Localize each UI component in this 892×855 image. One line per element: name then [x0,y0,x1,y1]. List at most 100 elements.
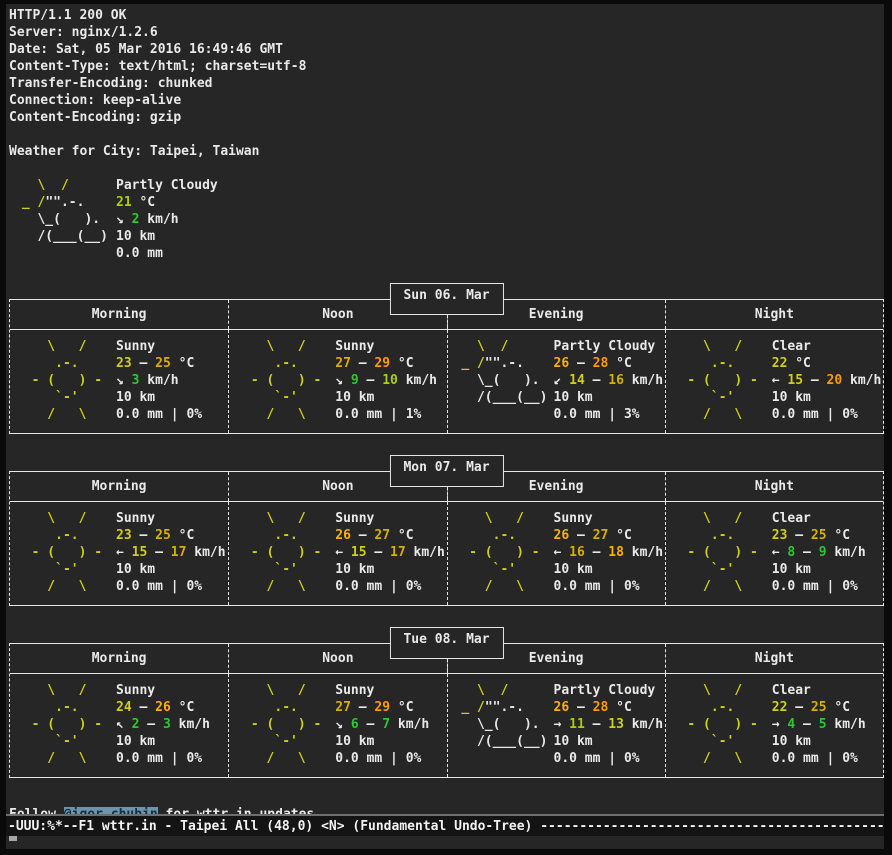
http-header-connection: Connection: keep-alive [9,92,884,109]
http-header-server: Server: nginx/1.2.6 [9,24,884,41]
column-header-morning: Morning [10,644,228,673]
wind-info: ↖ 2 – 3 km/h [116,716,228,733]
column-header-night: Night [665,300,883,329]
forecast-cell-morning: \ / .-. - ( ) - `-' / \ Sunny 23 – 25 °C… [10,502,228,605]
location-title: Weather for City: Taipei, Taiwan [9,143,884,160]
http-header-content-encoding: Content-Encoding: gzip [9,109,884,126]
condition-text: Partly Cloudy [554,338,665,355]
date-label-box: Mon 07. Mar [389,455,503,487]
temperature-range: 23 – 25 °C [116,355,228,372]
column-header-morning: Morning [10,472,228,501]
forecast-table-body: \ / .-. - ( ) - `-' / \ Sunny 23 – 25 °C… [10,502,883,605]
condition-text: Clear [772,510,883,527]
wind-info: ← 8 – 9 km/h [772,544,883,561]
visibility: 10 km [335,733,446,750]
current-precipitation: 0.0 mm [116,245,218,262]
weather-icon: \ / .-. - ( ) - `-' / \ [448,510,554,595]
wind-info: ↘ 6 – 7 km/h [335,716,446,733]
wind-info: ← 15 – 17 km/h [116,544,228,561]
weather-icon: \ / .-. - ( ) - `-' / \ [666,510,772,595]
condition-text: Sunny [554,510,665,527]
forecast-day-1: Sun 06. Mar Morning Noon Evening Night \… [9,299,884,434]
mode-line-text: -UUU:%*--F1 wttr.in - Taipei All (48,0) … [8,819,540,834]
forecast-cell-noon: \ / .-. - ( ) - `-' / \ Sunny 27 – 29 °C… [228,674,446,777]
precipitation: 0.0 mm | 3% [554,406,665,423]
forecast-cell-morning: \ / .-. - ( ) - `-' / \ Sunny 23 – 25 °C… [10,330,228,433]
weather-icon: \ / _ /"".-. \_( ). /(___(__) [448,682,554,767]
visibility: 10 km [772,561,883,578]
forecast-cell-evening: \ / .-. - ( ) - `-' / \ Sunny 26 – 27 °C… [447,502,665,605]
wind-info: ↘ 9 – 10 km/h [335,372,446,389]
condition-text: Clear [772,338,883,355]
http-header-date: Date: Sat, 05 Mar 2016 16:49:46 GMT [9,41,884,58]
weather-icon: \ / .-. - ( ) - `-' / \ [10,338,116,423]
precipitation: 0.0 mm | 0% [116,750,228,767]
current-wind: ↘ 2 km/h [116,211,218,228]
column-header-night: Night [665,472,883,501]
visibility: 10 km [116,389,228,406]
visibility: 10 km [116,561,228,578]
mode-line-filler: ----------------------------------------… [540,819,884,834]
current-temperature: 21 °C [116,194,218,211]
emacs-buffer: HTTP/1.1 200 OK Server: nginx/1.2.6 Date… [6,4,884,849]
precipitation: 0.0 mm | 0% [116,578,228,595]
wind-info: ← 15 – 17 km/h [335,544,446,561]
wind-info: ↘ 3 km/h [116,372,228,389]
precipitation: 0.0 mm | 1% [335,406,446,423]
visibility: 10 km [335,561,446,578]
forecast-cell-evening: \ / _ /"".-. \_( ). /(___(__) Partly Clo… [447,330,665,433]
precipitation: 0.0 mm | 0% [772,406,883,423]
wind-info: ← 16 – 18 km/h [554,544,665,561]
visibility: 10 km [772,389,883,406]
weather-icon: \ / .-. - ( ) - `-' / \ [229,682,335,767]
forecast-cell-evening: \ / _ /"".-. \_( ). /(___(__) Partly Clo… [447,674,665,777]
weather-icon: \ / .-. - ( ) - `-' / \ [666,338,772,423]
condition-text: Sunny [335,338,446,355]
precipitation: 0.0 mm | 0% [772,578,883,595]
precipitation: 0.0 mm | 0% [335,578,446,595]
date-label-box: Tue 08. Mar [389,627,503,659]
temperature-range: 26 – 27 °C [554,527,665,544]
current-weather-info: Partly Cloudy 21 °C ↘ 2 km/h 10 km 0.0 m… [116,177,218,262]
visibility: 10 km [116,733,228,750]
weather-icon: \ / .-. - ( ) - `-' / \ [229,338,335,423]
temperature-range: 23 – 25 °C [116,527,228,544]
emacs-mode-line: -UUU:%*--F1 wttr.in - Taipei All (48,0) … [6,814,884,836]
weather-icon: \ / .-. - ( ) - `-' / \ [666,682,772,767]
http-status-line: HTTP/1.1 200 OK [9,7,884,24]
visibility: 10 km [554,389,665,406]
weather-icon: \ / .-. - ( ) - `-' / \ [229,510,335,595]
http-header-content-type: Content-Type: text/html; charset=utf-8 [9,58,884,75]
visibility: 10 km [554,733,665,750]
current-visibility: 10 km [116,228,218,245]
temperature-range: 22 °C [772,355,883,372]
temperature-range: 26 – 28 °C [554,355,665,372]
precipitation: 0.0 mm | 0% [116,406,228,423]
visibility: 10 km [772,733,883,750]
precipitation: 0.0 mm | 0% [554,750,665,767]
forecast-day-2: Mon 07. Mar Morning Noon Evening Night \… [9,471,884,606]
condition-text: Sunny [116,510,228,527]
condition-text: Clear [772,682,883,699]
weather-icon: \ / _ /"".-. \_( ). /(___(__) [448,338,554,423]
column-header-night: Night [665,644,883,673]
current-condition-text: Partly Cloudy [116,177,218,194]
weather-icon: \ / .-. - ( ) - `-' / \ [10,682,116,767]
temperature-range: 26 – 28 °C [554,699,665,716]
forecast-cell-night: \ / .-. - ( ) - `-' / \ Clear 23 – 25 °C… [665,502,883,605]
condition-text: Sunny [116,682,228,699]
date-label-box: Sun 06. Mar [389,283,503,315]
forecast-cell-morning: \ / .-. - ( ) - `-' / \ Sunny 24 – 26 °C… [10,674,228,777]
temperature-range: 26 – 27 °C [335,527,446,544]
visibility: 10 km [335,389,446,406]
current-weather-icon: \ / _ /"".-. \_( ). /(___(__) [9,177,116,262]
forecast-cell-night: \ / .-. - ( ) - `-' / \ Clear 22 – 25 °C… [665,674,883,777]
condition-text: Partly Cloudy [554,682,665,699]
precipitation: 0.0 mm | 0% [772,750,883,767]
precipitation: 0.0 mm | 0% [335,750,446,767]
http-header-transfer-encoding: Transfer-Encoding: chunked [9,75,884,92]
temperature-range: 22 – 25 °C [772,699,883,716]
column-header-morning: Morning [10,300,228,329]
forecast-cell-night: \ / .-. - ( ) - `-' / \ Clear 22 °C ← 15… [665,330,883,433]
temperature-range: 23 – 25 °C [772,527,883,544]
